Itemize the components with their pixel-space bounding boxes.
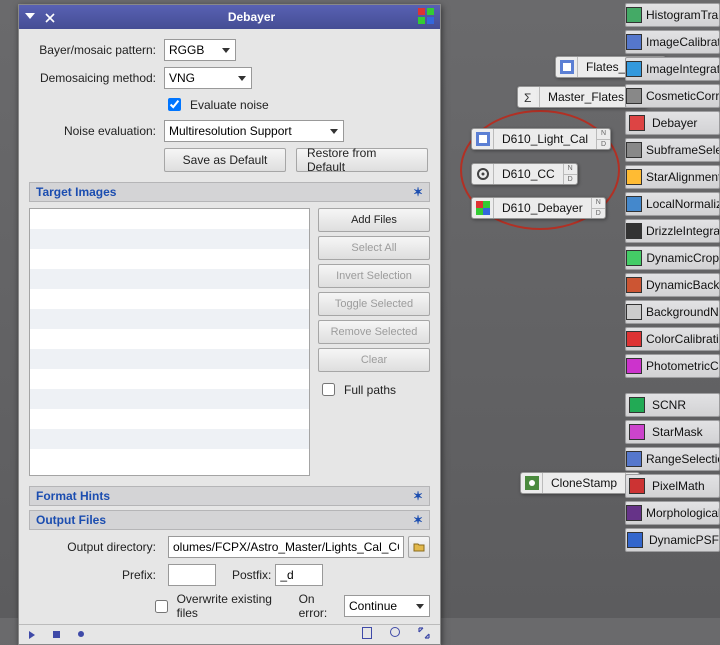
section-target-images[interactable]: Target Images ✶ <box>29 182 430 202</box>
output-directory-label: Output directory: <box>29 540 164 554</box>
chevron-down-icon[interactable]: ✶ <box>413 491 423 501</box>
chevron-down-icon[interactable]: ✶ <box>413 187 423 197</box>
node-d610-debayer[interactable]: D610_Debayer ND <box>471 197 606 219</box>
doc-icon[interactable] <box>362 627 372 639</box>
titlebar[interactable]: Debayer <box>19 5 440 29</box>
tool-icon <box>626 112 648 134</box>
tool-icon <box>626 139 642 161</box>
debayer-window: Debayer Bayer/mosaic pattern: RGGB Demos… <box>18 4 441 645</box>
tool-icon <box>626 502 642 524</box>
expand-icon[interactable] <box>418 627 430 642</box>
toolbar-item-colorcalibratio[interactable]: ColorCalibratio <box>625 327 720 351</box>
output-directory-input[interactable] <box>168 536 404 558</box>
module-icon[interactable] <box>418 8 434 27</box>
toolbar-item-pixelmath[interactable]: PixelMath <box>625 474 720 498</box>
demosaic-label: Demosaicing method: <box>29 71 164 85</box>
toolbar-item-starmask[interactable]: StarMask <box>625 420 720 444</box>
toolbar-item-histogramtran[interactable]: HistogramTran <box>625 3 720 27</box>
toolbar-item-staralignment[interactable]: StarAlignment <box>625 165 720 189</box>
toolbar-item-localnormaliza[interactable]: LocalNormaliza <box>625 192 720 216</box>
postfix-label: Postfix: <box>232 568 271 582</box>
prefix-input[interactable] <box>168 564 216 586</box>
tool-icon <box>626 394 648 416</box>
collapse-icon[interactable] <box>25 12 35 22</box>
tool-icon <box>626 193 642 215</box>
add-files-button[interactable]: Add Files <box>318 208 430 232</box>
save-default-button[interactable]: Save as Default <box>164 148 286 172</box>
toolbar-item-dynamiccrop[interactable]: DynamicCrop <box>625 246 720 270</box>
toggle-selected-button[interactable]: Toggle Selected <box>318 292 430 316</box>
tool-icon <box>626 166 642 188</box>
calibration-icon <box>556 57 578 77</box>
status-bar <box>19 624 440 644</box>
overwrite-checkbox[interactable]: Overwrite existing files <box>151 592 277 620</box>
toolbar-item-dynamicbackg[interactable]: DynamicBackg <box>625 273 720 297</box>
target-files-list[interactable] <box>29 208 310 476</box>
tool-icon <box>626 58 642 80</box>
toolbar-item-scnr[interactable]: SCNR <box>625 393 720 417</box>
tool-icon <box>626 4 642 26</box>
process-toolbar: HistogramTran ImageCalibratio ImageIntegra… <box>625 0 720 552</box>
postfix-input[interactable] <box>275 564 323 586</box>
toolbar-item-dynamicpsf[interactable]: DynamicPSF <box>625 528 720 552</box>
tool-icon <box>626 31 642 53</box>
tool-icon <box>626 85 642 107</box>
calibration-icon <box>472 129 494 149</box>
noise-eval-label: Noise evaluation: <box>29 124 164 138</box>
restore-default-button[interactable]: Restore from Default <box>296 148 428 172</box>
window-title: Debayer <box>85 10 418 24</box>
onerror-select[interactable]: Continue <box>344 595 430 617</box>
remove-selected-button[interactable]: Remove Selected <box>318 320 430 344</box>
section-format-hints[interactable]: Format Hints ✶ <box>29 486 430 506</box>
tool-icon <box>626 220 642 242</box>
onerror-label: On error: <box>299 592 340 620</box>
noise-eval-select[interactable]: Multiresolution Support <box>164 120 344 142</box>
tool-icon <box>626 301 642 323</box>
toolbar-item-morphological[interactable]: Morphological <box>625 501 720 525</box>
tool-icon <box>626 274 642 296</box>
tool-icon <box>626 328 642 350</box>
stamp-icon <box>521 473 543 493</box>
gear-icon <box>472 164 494 184</box>
toolbar-item-cosmeticcorre[interactable]: CosmeticCorre <box>625 84 720 108</box>
toolbar-item-rangeselectio[interactable]: RangeSelectio <box>625 447 720 471</box>
toolbar-item-backgroundne[interactable]: BackgroundNe <box>625 300 720 324</box>
apply-global-icon[interactable] <box>53 631 60 638</box>
debayer-icon <box>472 198 494 218</box>
tool-icon <box>626 475 648 497</box>
demosaic-select[interactable]: VNG <box>164 67 252 89</box>
toolbar-item-drizzleintegra[interactable]: DrizzleIntegra <box>625 219 720 243</box>
toolbar-item-imageintegratio[interactable]: ImageIntegratio <box>625 57 720 81</box>
tool-icon <box>626 448 642 470</box>
node-d610-light-cal[interactable]: D610_Light_Cal ND <box>471 128 611 150</box>
apply-icon[interactable] <box>29 631 35 639</box>
prefix-label: Prefix: <box>29 568 164 582</box>
toolbar-item-subframesele[interactable]: SubframeSele <box>625 138 720 162</box>
reset-icon[interactable] <box>78 631 84 637</box>
node-d610-cc[interactable]: D610_CC ND <box>471 163 578 185</box>
realtime-icon[interactable] <box>390 627 400 637</box>
tool-icon <box>626 355 642 377</box>
toolbar-item-imagecalibratio[interactable]: ImageCalibratio <box>625 30 720 54</box>
full-paths-checkbox[interactable]: Full paths <box>318 380 430 399</box>
close-icon[interactable] <box>45 12 55 22</box>
svg-text:Σ: Σ <box>524 91 531 104</box>
browse-folder-icon[interactable] <box>408 536 430 558</box>
select-all-button[interactable]: Select All <box>318 236 430 260</box>
evaluate-noise-checkbox[interactable]: Evaluate noise <box>164 95 269 114</box>
toolbar-item-photometricco[interactable]: PhotometricCo <box>625 354 720 378</box>
node-clonestamp[interactable]: CloneStamp ND <box>520 472 640 494</box>
tool-icon <box>626 529 645 551</box>
tool-icon <box>626 247 642 269</box>
chevron-down-icon[interactable]: ✶ <box>413 515 423 525</box>
bayer-pattern-label: Bayer/mosaic pattern: <box>29 43 164 57</box>
sigma-icon: Σ <box>518 87 540 107</box>
section-output-files[interactable]: Output Files ✶ <box>29 510 430 530</box>
bayer-pattern-select[interactable]: RGGB <box>164 39 236 61</box>
invert-selection-button[interactable]: Invert Selection <box>318 264 430 288</box>
toolbar-item-debayer[interactable]: Debayer <box>625 111 720 135</box>
clear-button[interactable]: Clear <box>318 348 430 372</box>
tool-icon <box>626 421 648 443</box>
